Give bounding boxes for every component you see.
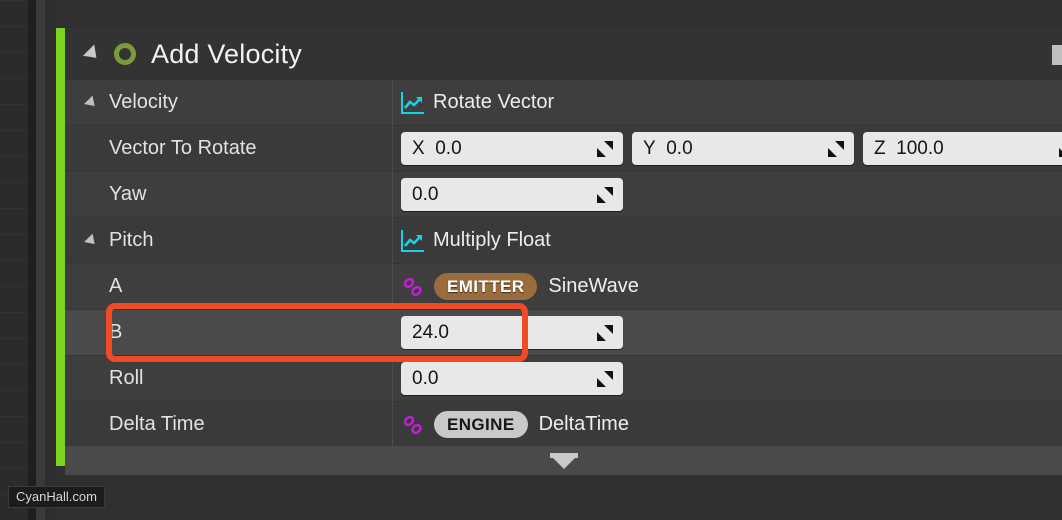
module-accent-bar [56, 28, 65, 466]
gutter-tick [0, 338, 28, 339]
property-label: Velocity [109, 91, 178, 113]
property-label-cell: Roll [65, 356, 392, 401]
module-header[interactable]: Add Velocity [65, 28, 1062, 80]
gutter-tick [0, 286, 28, 287]
spinner-arrows-icon [597, 186, 613, 203]
line-chart-icon [401, 91, 424, 114]
triangle-collapse-icon[interactable] [82, 44, 103, 64]
pin-name: DeltaTime [538, 413, 629, 435]
number-input[interactable]: 24.0 [401, 316, 623, 349]
watermark: CyanHall.com [8, 486, 105, 508]
number-input[interactable]: 0.0 [401, 362, 623, 395]
property-label: Delta Time [109, 413, 205, 435]
gutter-tick [0, 312, 28, 313]
gutter-tick [0, 416, 28, 417]
property-label: B [109, 321, 123, 343]
property-label: Roll [109, 367, 144, 389]
spinner-arrows-icon [597, 370, 613, 387]
gutter-tick [0, 26, 28, 27]
number-value: 100.0 [896, 137, 944, 159]
gutter-tick [0, 260, 28, 261]
spinner-arrows-icon [597, 324, 613, 341]
editor-gutter-track [36, 0, 45, 520]
gutter-tick [0, 208, 28, 209]
spinner-arrows-icon [597, 140, 613, 157]
gutter-tick [0, 442, 28, 443]
property-value-cell: EMITTER SineWave [392, 264, 1062, 309]
gutter-tick [0, 364, 28, 365]
function-name: Multiply Float [433, 229, 551, 251]
pin-name: SineWave [548, 275, 639, 297]
editor-canvas: Add Velocity Velocity Rotate Vector Vector… [0, 0, 1062, 520]
link-chain-icon [403, 415, 422, 434]
gutter-tick [0, 234, 28, 235]
green-ring-icon [114, 43, 136, 65]
triangle-expand-icon[interactable] [84, 233, 99, 248]
property-label: Vector To Rotate [109, 137, 257, 159]
panel-footer[interactable] [65, 446, 1062, 475]
property-label-cell: Velocity [65, 80, 392, 125]
number-value: 0.0 [412, 183, 439, 205]
module-title: Add Velocity [151, 38, 302, 69]
source-badge: ENGINE [434, 411, 528, 438]
gutter-tick [0, 52, 28, 53]
source-badge: EMITTER [434, 273, 538, 300]
number-value: 0.0 [666, 137, 693, 159]
module-panel: Add Velocity Velocity Rotate Vector Vector… [65, 28, 1062, 475]
property-value-cell: 24.0 [392, 310, 1062, 355]
property-row-velocity[interactable]: Velocity Rotate Vector [65, 80, 1062, 126]
property-label-cell: Yaw [65, 172, 392, 217]
axis-label: Y [643, 137, 667, 159]
gutter-tick [0, 390, 28, 391]
gutter-tick [0, 182, 28, 183]
gutter-tick [0, 78, 28, 79]
property-row-vector-to-rotate[interactable]: Vector To Rotate X 0.0 Y 0.0 Z 100.0 [65, 126, 1062, 172]
property-row-yaw[interactable]: Yaw 0.0 [65, 172, 1062, 218]
gutter-tick [0, 130, 28, 131]
gutter-tick [0, 104, 28, 105]
number-value: 0.0 [412, 367, 439, 389]
editor-gutter-inner [45, 0, 56, 520]
property-value-cell: Rotate Vector [392, 80, 1062, 125]
number-value: 24.0 [412, 321, 449, 343]
property-row-pitch[interactable]: Pitch Multiply Float [65, 218, 1062, 264]
property-row-b[interactable]: B 24.0 [65, 310, 1062, 356]
expand-down-icon[interactable] [547, 452, 581, 469]
spinner-arrows-icon [828, 140, 844, 157]
number-input[interactable]: Z 100.0 [863, 132, 1062, 165]
triangle-expand-icon[interactable] [84, 95, 99, 110]
gutter-tick [0, 0, 28, 1]
number-input[interactable]: Y 0.0 [632, 132, 854, 165]
property-row-delta-time[interactable]: Delta Time ENGINE DeltaTime [65, 402, 1062, 448]
property-row-roll[interactable]: Roll 0.0 [65, 356, 1062, 402]
property-label: Yaw [109, 183, 147, 205]
property-label: A [109, 275, 123, 297]
axis-label: Z [874, 137, 897, 159]
gutter-tick [0, 156, 28, 157]
axis-label: X [412, 137, 436, 159]
spinner-arrows-icon [1059, 147, 1062, 157]
function-name: Rotate Vector [433, 91, 555, 113]
property-label-cell: Pitch [65, 218, 392, 263]
property-label-cell: Vector To Rotate [65, 126, 392, 171]
number-value: 0.0 [435, 137, 462, 159]
property-row-a[interactable]: A EMITTER SineWave [65, 264, 1062, 310]
property-label-cell: A [65, 264, 392, 309]
property-label: Pitch [109, 229, 154, 251]
line-chart-icon [401, 229, 424, 252]
editor-gutter-divider [28, 0, 36, 520]
property-value-cell: ENGINE DeltaTime [392, 402, 1062, 447]
property-value-cell: 0.0 [392, 172, 1062, 217]
link-chain-icon [403, 277, 422, 296]
property-value-cell: X 0.0 Y 0.0 Z 100.0 [392, 126, 1062, 171]
gutter-tick [0, 468, 28, 469]
panel-edge-icon[interactable] [1052, 45, 1062, 65]
property-label-cell: B [65, 310, 392, 355]
property-label-cell: Delta Time [65, 402, 392, 447]
number-input[interactable]: X 0.0 [401, 132, 623, 165]
property-value-cell: Multiply Float [392, 218, 1062, 263]
property-rows: Velocity Rotate Vector Vector To Rotate X 0… [65, 80, 1062, 448]
number-input[interactable]: 0.0 [401, 178, 623, 211]
property-value-cell: 0.0 [392, 356, 1062, 401]
